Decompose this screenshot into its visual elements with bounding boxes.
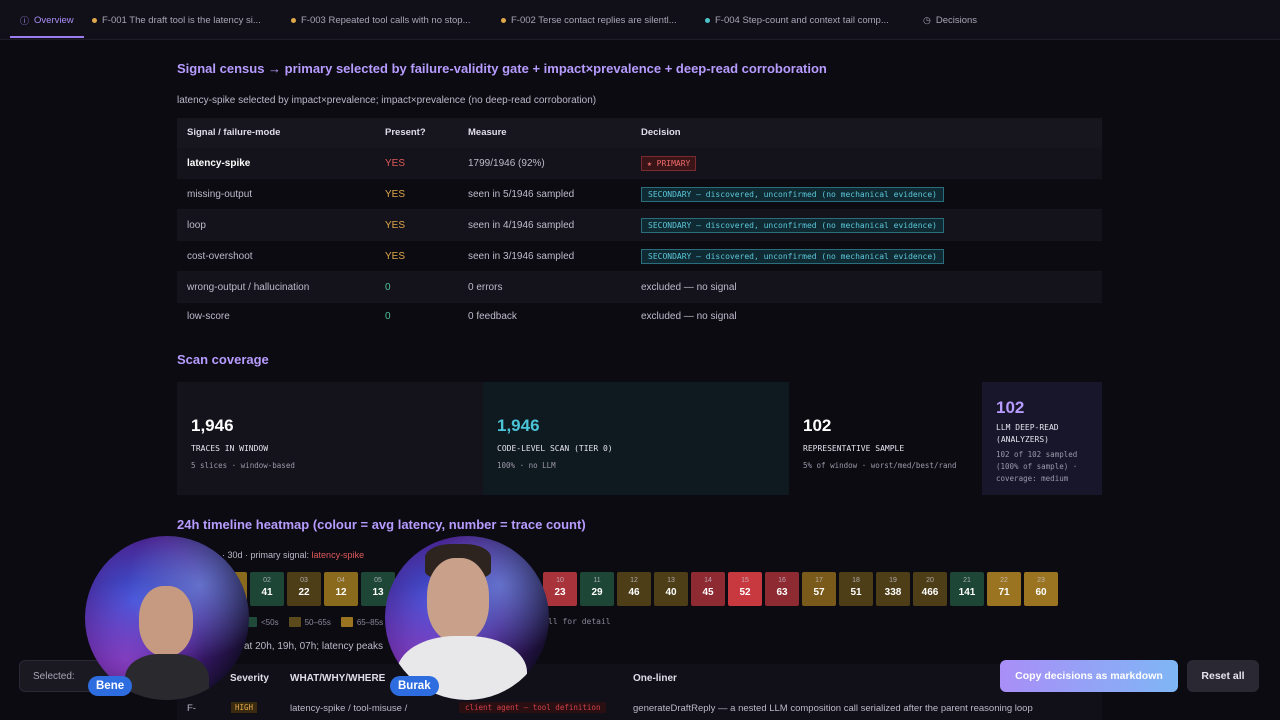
heatmap-note: at 20h, 19h, 07h; latency peaks [244,641,383,652]
heatmap-cell[interactable]: 15 52 [728,572,762,606]
heatmap-cell[interactable]: 22 71 [987,572,1021,606]
heatmap-cell[interactable]: 19 338 [876,572,910,606]
reset-all-button[interactable]: Reset all [1187,660,1259,692]
heatmap-count-label: 22 [298,587,310,598]
heatmap-count-label: 63 [776,587,788,598]
where-badge: client agent — tool definition [459,702,607,713]
heatmap-count-label: 141 [958,587,976,598]
heatmap-count-label: 338 [884,587,902,598]
secondary-badge: SECONDARY — discovered, unconfirmed (no … [641,248,944,264]
coverage-card-deep-read: 102 LLM DEEP-READ (ANALYZERS) 102 of 102… [982,382,1102,495]
heatmap-hour-label: 15 [741,577,749,584]
heatmap-hour-label: 21 [963,577,971,584]
info-icon: ⓘ [20,15,30,26]
table-body: latency-spike YES 1799/1946 (92%) ★ PRIM… [177,147,1102,330]
coverage-card-sample: 102 REPRESENTATIVE SAMPLE 5% of window ·… [789,382,982,495]
findings-table: Severity WHAT/WHY/WHERE One-liner F- HIG… [177,664,1102,720]
heatmap-hour-label: 02 [263,577,271,584]
coverage-title: Scan coverage [177,352,269,367]
table-row[interactable]: missing-output YES seen in 5/1946 sample… [177,178,1102,209]
tab-bar: ⓘ Overview F-001 The draft tool is the l… [0,0,1280,40]
heatmap-hour-label: 20 [926,577,934,584]
heatmap-click-hint: ll for detail [548,617,611,626]
participant-name-tag: Burak [390,676,439,696]
table-row[interactable]: wrong-output / hallucination 0 0 errors … [177,271,1102,302]
heatmap-hour-label: 12 [630,577,638,584]
table-row[interactable]: low-score 0 0 feedback excluded — no sig… [177,302,1102,330]
heatmap-hour-label: 13 [667,577,675,584]
heatmap-count-label: 60 [1035,587,1047,598]
census-title: Signal census → primary selected by fail… [177,61,827,76]
heatmap-count-label: 57 [813,587,825,598]
severity-badge: HIGH [231,702,258,713]
coverage-card-traces: 1,946 TRACES IN WINDOW 5 slices · window… [177,382,483,495]
census-table: Signal / failure-mode Present? Measure D… [177,118,1102,330]
clock-icon: ◷ [923,14,931,25]
heatmap-count-label: 40 [665,587,677,598]
heatmap-cell[interactable]: 12 46 [617,572,651,606]
heatmap-cell[interactable]: 20 466 [913,572,947,606]
secondary-badge: SECONDARY — discovered, unconfirmed (no … [641,186,944,202]
heatmap-cell[interactable]: 16 63 [765,572,799,606]
heatmap-count-label: 41 [261,587,273,598]
table-row[interactable]: cost-overshoot YES seen in 3/1946 sample… [177,240,1102,271]
participant-name-tag: Bene [88,676,133,696]
legend-swatch [288,617,301,627]
table-header: Signal / failure-mode Present? Measure D… [177,118,1102,147]
heatmap-title: 24h timeline heatmap (colour = avg laten… [177,517,586,532]
tab-f-002[interactable]: F-002 Terse contact replies are silentl.… [501,0,677,40]
heatmap-count-label: 52 [739,587,751,598]
heatmap-hour-label: 23 [1037,577,1045,584]
heatmap-hour-label: 14 [704,577,712,584]
heatmap-hour-label: 22 [1000,577,1008,584]
heatmap-hour-label: 11 [593,577,601,584]
heatmap-legend: <50s 50–65s 65–85s [245,617,383,627]
tab-f-001[interactable]: F-001 The draft tool is the latency si..… [92,0,261,40]
coverage-card-code-scan: 1,946 CODE-LEVEL SCAN (TIER 0) 100% · no… [483,382,789,495]
table-row[interactable]: latency-spike YES 1799/1946 (92%) ★ PRIM… [177,147,1102,178]
status-dot-icon [705,17,710,23]
heatmap-hour-label: 04 [337,577,345,584]
heatmap-count-label: 51 [850,587,862,598]
table-row[interactable]: loop YES seen in 4/1946 sampled SECONDAR… [177,209,1102,240]
heatmap-count-label: 466 [921,587,939,598]
copy-decisions-button[interactable]: Copy decisions as markdown [1000,660,1178,692]
heatmap-cell[interactable]: 14 45 [691,572,725,606]
census-subtitle: latency-spike selected by impact×prevale… [177,95,597,106]
status-dot-icon [501,17,506,23]
heatmap-count-label: 71 [998,587,1010,598]
heatmap-count-label: 45 [702,587,714,598]
shirt-icon [125,654,209,700]
heatmap-hour-label: 18 [852,577,860,584]
heatmap-cell[interactable]: 03 22 [287,572,321,606]
heatmap-cell[interactable]: 13 40 [654,572,688,606]
heatmap-hour-label: 19 [889,577,897,584]
face-icon [139,586,193,656]
heatmap-hour-label: 16 [778,577,786,584]
face-icon [427,558,489,642]
legend-swatch [340,617,353,627]
tab-decisions[interactable]: ◷ Decisions [923,0,977,40]
secondary-badge: SECONDARY — discovered, unconfirmed (no … [641,217,944,233]
heatmap-cell[interactable]: 18 51 [839,572,873,606]
heatmap-cell[interactable]: 17 57 [802,572,836,606]
heatmap-hour-label: 03 [300,577,308,584]
tab-f-004[interactable]: F-004 Step-count and context tail comp..… [705,0,889,40]
heatmap-cell[interactable]: 11 29 [580,572,614,606]
heatmap-hour-label: 17 [815,577,823,584]
heatmap-count-label: 29 [591,587,603,598]
primary-badge: ★ PRIMARY [641,155,697,171]
tab-f-003[interactable]: F-003 Repeated tool calls with no stop..… [291,0,471,40]
heatmap-cell[interactable]: 21 141 [950,572,984,606]
status-dot-icon [92,17,97,23]
heatmap-count-label: 46 [628,587,640,598]
heatmap-count-label: 12 [335,587,347,598]
heatmap-cell[interactable]: 02 41 [250,572,284,606]
heatmap-cell[interactable]: 23 60 [1024,572,1058,606]
tab-overview[interactable]: ⓘ Overview [10,0,84,40]
heatmap-cell[interactable]: 04 12 [324,572,358,606]
status-dot-icon [291,17,296,23]
